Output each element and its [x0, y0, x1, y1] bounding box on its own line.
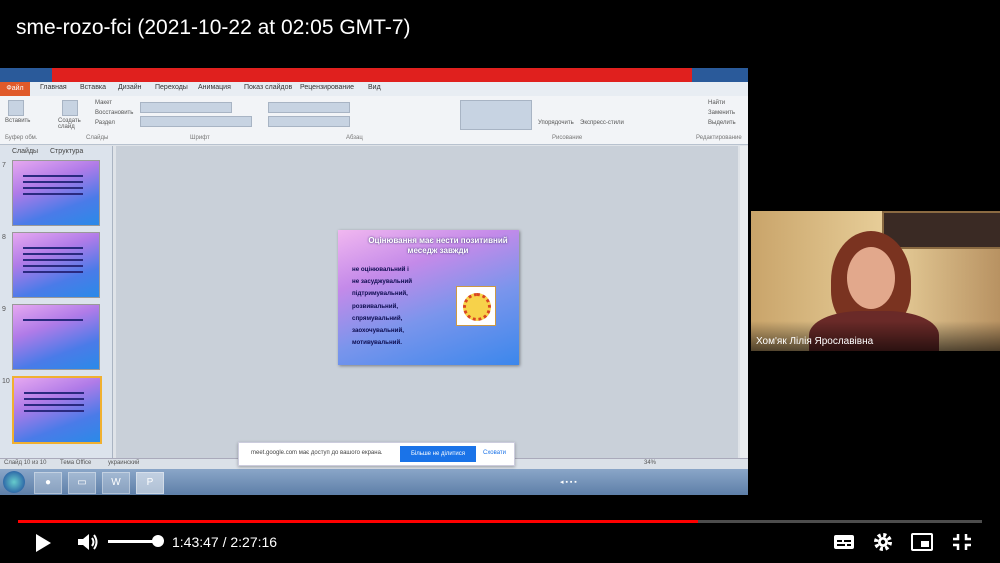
slide-number: 8 — [2, 234, 6, 241]
slide-badge-image — [456, 286, 496, 326]
meet-notice-text: meet.google.com має доступ до вашого екр… — [251, 450, 383, 456]
group-label: Слайды — [86, 135, 109, 141]
volume-knob[interactable] — [152, 535, 164, 547]
shapes-gallery[interactable] — [460, 100, 532, 130]
group-label: Редактирование — [696, 135, 742, 141]
ribbon-tab[interactable]: Анимация — [198, 84, 231, 91]
ppt-title-bar — [0, 68, 748, 82]
play-icon[interactable] — [33, 532, 53, 554]
slide-title: Оцінювання має нести позитивний меседж з… — [368, 236, 508, 255]
group-label: Абзац — [346, 135, 363, 141]
slide-thumbnail[interactable] — [12, 232, 100, 298]
powerpoint-icon[interactable]: P — [136, 472, 164, 494]
find-button[interactable]: Найти — [708, 100, 725, 106]
tray-icons[interactable]: ◂ ▪ ▪ ▪ — [560, 478, 577, 486]
volume-icon[interactable] — [76, 531, 100, 553]
paragraph-tools[interactable] — [268, 102, 350, 113]
status-slide: Слайд 10 из 10 — [4, 460, 47, 466]
meet-sharing-notice: meet.google.com має доступ до вашого екр… — [238, 442, 515, 466]
status-zoom[interactable]: 34% — [644, 460, 656, 466]
group-label: Буфер обм. — [5, 135, 38, 141]
bullet-item: заохочувальний, — [352, 327, 404, 335]
start-button[interactable] — [3, 471, 25, 493]
bullet-item: не оцінювальний і — [352, 266, 409, 273]
ribbon: Вставить Создать слайд Макет Восстановит… — [0, 96, 748, 145]
ribbon-tabs: Файл Главная Вставка Дизайн Переходы Ани… — [0, 82, 748, 96]
bullet-item: підтримувальний, — [352, 290, 408, 298]
font-format-tools[interactable] — [140, 116, 252, 127]
slides-panel-tab[interactable]: Слайды — [12, 148, 38, 155]
slides-panel: Слайды Структура 7 8 9 10 — [0, 146, 113, 458]
participant-face — [847, 247, 895, 309]
group-label: Рисование — [552, 135, 583, 141]
new-slide-icon[interactable] — [62, 100, 78, 116]
alignment-tools[interactable] — [268, 116, 350, 127]
volume-slider[interactable] — [108, 540, 158, 543]
ribbon-tab[interactable]: Вид — [368, 84, 381, 91]
slide-number: 10 — [2, 378, 10, 385]
hide-notice-button[interactable]: Сховати — [483, 450, 506, 456]
font-selector[interactable] — [140, 102, 232, 113]
slide-number: 9 — [2, 306, 6, 313]
file-tab[interactable]: Файл — [0, 82, 30, 96]
miniplayer-icon[interactable] — [910, 532, 934, 552]
subtitles-icon[interactable] — [833, 532, 855, 552]
status-language: украинский — [108, 460, 140, 466]
stop-sharing-button[interactable]: Більше не ділитися — [400, 446, 476, 462]
quick-styles-button[interactable]: Экспресс-стили — [580, 120, 624, 126]
ribbon-tab[interactable]: Переходы — [155, 84, 188, 91]
video-title: sme-rozo-fci (2021-10-22 at 02:05 GMT-7) — [16, 16, 411, 39]
slide-thumbnail[interactable] — [12, 160, 100, 226]
current-slide[interactable]: Оцінювання має нести позитивний меседж з… — [338, 230, 519, 365]
bullet-item: спрямувальний, — [352, 314, 403, 322]
word-icon[interactable]: W — [102, 472, 130, 494]
group-label: Шрифт — [190, 135, 210, 141]
progress-bar[interactable] — [18, 520, 982, 523]
select-button[interactable]: Выделить — [708, 120, 736, 126]
folder-icon[interactable]: ▭ — [68, 472, 96, 494]
ppt-title-highlight — [52, 68, 692, 82]
status-theme: Тема Office — [60, 460, 92, 466]
ribbon-tab[interactable]: Показ слайдов — [244, 84, 292, 91]
chrome-icon[interactable]: ● — [34, 472, 62, 494]
slide-thumbnail[interactable] — [12, 304, 100, 370]
progress-played — [18, 520, 698, 523]
ribbon-tab[interactable]: Рецензирование — [300, 84, 354, 91]
exit-fullscreen-icon[interactable] — [951, 532, 973, 552]
bullet-item: розвивальний, — [352, 302, 399, 310]
time-display: 1:43:47 / 2:27:16 — [172, 534, 278, 550]
ribbon-tab[interactable]: Вставка — [80, 84, 106, 91]
ribbon-tab[interactable]: Дизайн — [118, 84, 142, 91]
replace-button[interactable]: Заменить — [708, 110, 735, 116]
bullet-item: не засуджувальний — [352, 278, 413, 286]
slide-bullets: не оцінювальний і не засуджувальний підт… — [352, 264, 412, 349]
windows-taskbar: ● ▭ W P ◂ ▪ ▪ ▪ — [0, 469, 748, 495]
bullet-item: мотивувальний. — [352, 339, 403, 347]
screen-share: Файл Главная Вставка Дизайн Переходы Ани… — [0, 68, 748, 495]
slide-thumbnail-selected[interactable] — [12, 376, 102, 444]
ribbon-tab[interactable]: Главная — [40, 84, 67, 91]
slide-canvas: Оцінювання має нести позитивний меседж з… — [116, 146, 738, 458]
layout-button[interactable]: Макет — [95, 100, 112, 106]
paste-icon[interactable] — [8, 100, 24, 116]
slide-number: 7 — [2, 162, 6, 169]
participant-video: Хом'як Лілія Ярославівна — [751, 211, 1000, 351]
vertical-scrollbar[interactable] — [740, 146, 748, 458]
paste-button[interactable]: Вставить — [5, 118, 30, 124]
outline-panel-tab[interactable]: Структура — [50, 148, 83, 155]
wall-painting — [882, 211, 1000, 249]
new-slide-button[interactable]: Создать слайд — [58, 118, 84, 130]
settings-icon[interactable] — [872, 531, 894, 553]
reset-button[interactable]: Восстановить — [95, 110, 133, 116]
participant-name: Хом'як Лілія Ярославівна — [756, 336, 874, 347]
section-button[interactable]: Раздел — [95, 120, 115, 126]
arrange-button[interactable]: Упорядочить — [538, 120, 574, 126]
